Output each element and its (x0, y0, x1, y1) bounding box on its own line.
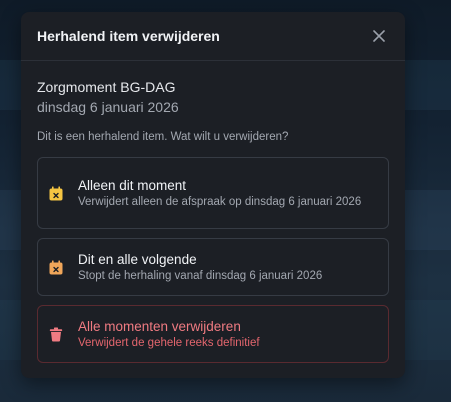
option-description: Stopt de herhaling vanaf dinsdag 6 janua… (78, 269, 323, 282)
option-label: Alleen dit moment (78, 177, 187, 193)
close-button[interactable] (369, 26, 389, 46)
delete-question: Dit is een herhalend item. Wat wilt u ve… (37, 131, 289, 143)
option-text: Alleen dit moment Verwijdert alleen de a… (78, 177, 361, 210)
dialog-body: Zorgmoment BG-DAG dinsdag 6 januari 2026… (21, 61, 405, 363)
option-label: Dit en alle volgende (78, 251, 197, 267)
delete-options: Alleen dit moment Verwijdert alleen de a… (37, 157, 389, 363)
option-this-and-following[interactable]: Dit en alle volgende Stopt de herhaling … (37, 238, 389, 296)
option-only-this[interactable]: Alleen dit moment Verwijdert alleen de a… (37, 157, 389, 229)
option-text: Alle momenten verwijderen Verwijdert de … (78, 318, 260, 351)
option-description: Verwijdert alleen de afspraak op dinsdag… (78, 195, 362, 208)
option-delete-all[interactable]: Alle momenten verwijderen Verwijdert de … (37, 305, 389, 363)
dialog-header: Herhalend item verwijderen (21, 12, 405, 61)
trash-icon (48, 326, 64, 342)
item-title: Zorgmoment BG-DAG (37, 79, 176, 95)
item-date: dinsdag 6 januari 2026 (37, 99, 179, 115)
calendar-x-icon (48, 185, 64, 201)
option-description: Verwijdert de gehele reeks definitief (78, 336, 260, 349)
delete-recurring-dialog: Herhalend item verwijderen Zorgmoment BG… (21, 12, 405, 378)
option-label: Alle momenten verwijderen (78, 318, 241, 334)
close-icon (373, 30, 385, 42)
dialog-title: Herhalend item verwijderen (37, 28, 220, 44)
option-text: Dit en alle volgende Stopt de herhaling … (78, 251, 322, 284)
calendar-stop-icon (48, 259, 64, 275)
